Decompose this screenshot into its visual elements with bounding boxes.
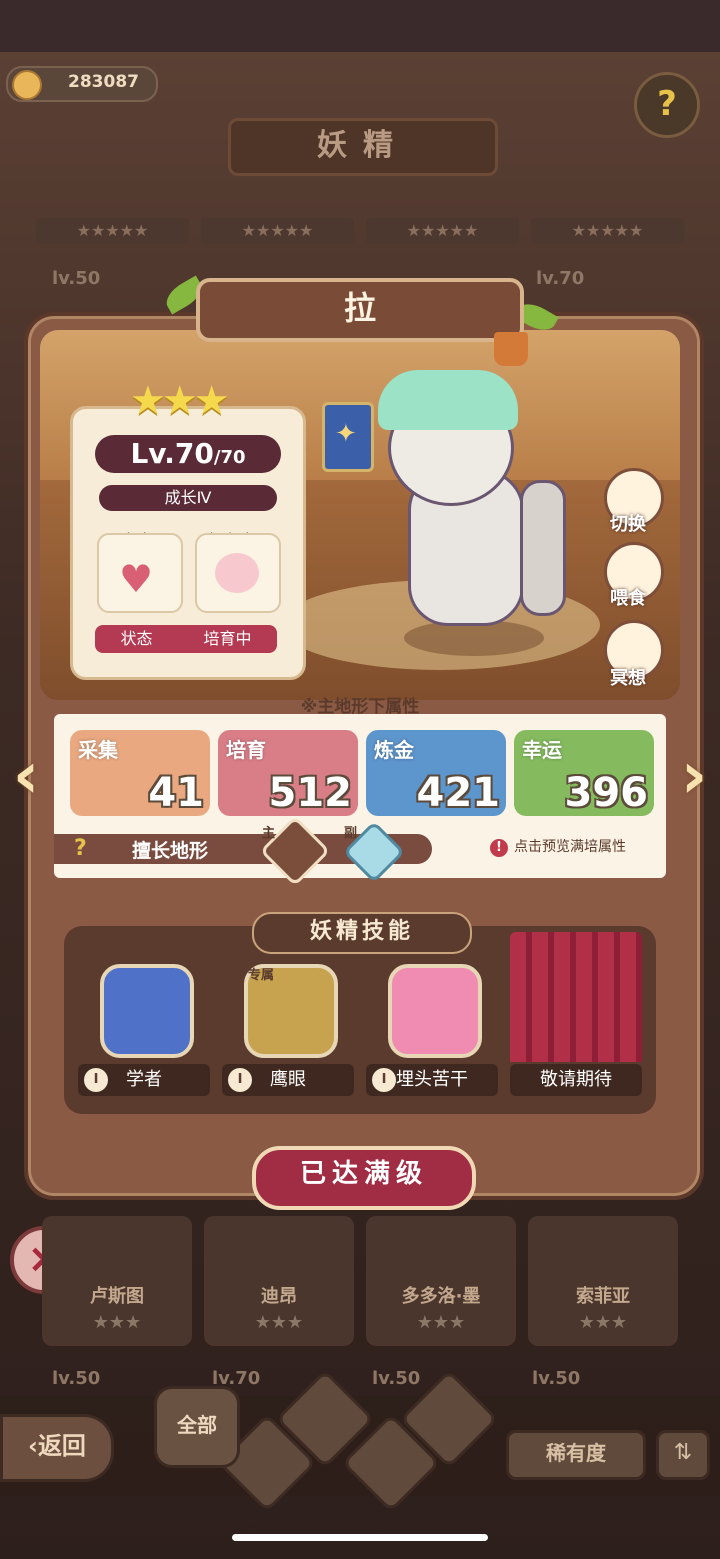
- fairy-stars: ★★★: [416, 1312, 466, 1333]
- status-bar: [0, 0, 720, 52]
- list-item: ★★★★★: [366, 218, 519, 244]
- rarity-stars: ★★★: [130, 378, 230, 424]
- preview-note-text: 点击预览满培属性: [514, 839, 626, 855]
- feed-label: 喂食: [610, 588, 646, 609]
- skill-level: Ⅰ: [84, 1068, 108, 1092]
- prev-arrow-icon[interactable]: ‹: [4, 736, 48, 816]
- attribute-value: 421: [416, 770, 501, 816]
- intimacy-box[interactable]: ♥: [97, 533, 183, 613]
- currency-amount: 283087: [68, 72, 139, 92]
- skill-label: 学者: [126, 1069, 162, 1090]
- terrain-label: 擅长地形: [132, 840, 209, 862]
- info-card: Lv.70/70 成长Ⅳ 亲密 努力度 ♥ 状态 培育中: [70, 406, 306, 680]
- fairy-stars: ★★★: [254, 1312, 304, 1333]
- attribute-value: 41: [148, 770, 204, 816]
- shield-icon: [520, 480, 566, 616]
- background-level: lv.50: [372, 1368, 421, 1389]
- attribute-value: 512: [268, 770, 353, 816]
- skill-label: 埋头苦干: [396, 1069, 468, 1090]
- attribute-name: 采集: [78, 738, 118, 762]
- sort-icon[interactable]: ⇅: [656, 1430, 710, 1480]
- skill-coming-soon: 敬请期待: [510, 1064, 642, 1096]
- level-value: Lv.70: [130, 437, 214, 470]
- shell-icon[interactable]: [100, 964, 194, 1058]
- skill-level: Ⅰ: [228, 1068, 252, 1092]
- background-stars-row: ★★★★★ ★★★★★ ★★★★★ ★★★★★: [36, 218, 684, 244]
- attribute-nurture: 培育 512: [218, 730, 358, 816]
- skill-level: Ⅰ: [372, 1068, 396, 1092]
- card-icon[interactable]: ✦: [322, 402, 374, 472]
- character-name: 拉: [196, 278, 524, 342]
- list-item: ★★★★★: [531, 218, 684, 244]
- primary-tag: 主: [262, 826, 276, 841]
- status-badge: 状态 培育中: [95, 625, 277, 653]
- background-level: lv.70: [536, 268, 585, 289]
- angry-face-icon[interactable]: [388, 964, 482, 1058]
- back-button[interactable]: ‹返回: [0, 1414, 114, 1482]
- skill-scholar[interactable]: Ⅰ 学者: [78, 1064, 210, 1096]
- question-sprout-icon: ?: [74, 836, 87, 861]
- preview-max-link[interactable]: ! 点击预览满培属性: [490, 836, 626, 857]
- switch-label: 切换: [610, 514, 646, 535]
- attribute-name: 幸运: [522, 738, 562, 762]
- meditate-label: 冥想: [610, 668, 646, 689]
- background-level: lv.50: [532, 1368, 581, 1389]
- fairy-name: 多多洛·墨: [401, 1286, 481, 1307]
- effort-box[interactable]: [195, 533, 281, 613]
- secondary-tag: 副: [344, 826, 358, 841]
- filter-all-button[interactable]: 全部: [154, 1386, 240, 1468]
- coin-icon: [12, 70, 42, 100]
- status-label: 状态: [120, 629, 153, 648]
- skill-label: 鹰眼: [270, 1069, 306, 1090]
- attribute-name: 炼金: [374, 738, 414, 762]
- attribute-caption: ※主地形下属性: [300, 697, 420, 717]
- character-hair: [378, 370, 518, 430]
- level-max: /70: [213, 447, 246, 468]
- sparkle-icon: ✦: [335, 419, 357, 449]
- home-indicator: [232, 1534, 488, 1541]
- fairy-name: 迪昂: [261, 1286, 297, 1307]
- attribute-alchemy: 炼金 421: [366, 730, 506, 816]
- heart-icon: ♥: [119, 557, 154, 601]
- skill-hard-work[interactable]: Ⅰ 埋头苦干: [366, 1064, 498, 1096]
- background-level: lv.50: [52, 268, 101, 289]
- fairy-name: 索菲亚: [576, 1286, 630, 1307]
- smile-face-icon: [215, 553, 259, 593]
- back-label: 返回: [37, 1432, 86, 1460]
- level-display: Lv.70/70: [95, 435, 281, 473]
- attribute-name: 培育: [226, 738, 266, 762]
- fairy-name: 卢斯图: [90, 1286, 144, 1307]
- attribute-value: 396: [564, 770, 649, 816]
- help-icon[interactable]: ?: [634, 72, 700, 138]
- skill-eagle-eye[interactable]: Ⅰ 鹰眼: [222, 1064, 354, 1096]
- background-level: lv.50: [52, 1368, 101, 1389]
- exclusive-tag: 专属: [248, 968, 275, 983]
- attribute-gather: 采集 41: [70, 730, 210, 816]
- curtain-icon: [510, 932, 642, 1062]
- list-item: ★★★★★: [36, 218, 189, 244]
- fairy-stars: ★★★: [92, 1312, 142, 1333]
- list-item: ★★★★★: [201, 218, 354, 244]
- page-title: 妖精: [228, 118, 498, 176]
- warning-icon: !: [490, 839, 508, 857]
- currency-display: 283087: [6, 66, 158, 102]
- skills-title: 妖精技能: [252, 912, 472, 954]
- attribute-panel: ※主地形下属性 采集 41 培育 512 炼金 421 幸运 396 ? 擅长地…: [54, 697, 666, 887]
- fairy-stars: ★★★: [578, 1312, 628, 1333]
- status-value: 培育中: [203, 629, 252, 648]
- max-level-button[interactable]: 已达满级: [252, 1146, 476, 1210]
- attribute-luck: 幸运 396: [514, 730, 654, 816]
- rarity-sort-button[interactable]: 稀有度: [506, 1430, 646, 1480]
- next-arrow-icon[interactable]: ›: [672, 736, 716, 816]
- plant-pot-icon: [494, 332, 528, 366]
- growth-stage: 成长Ⅳ: [99, 485, 277, 511]
